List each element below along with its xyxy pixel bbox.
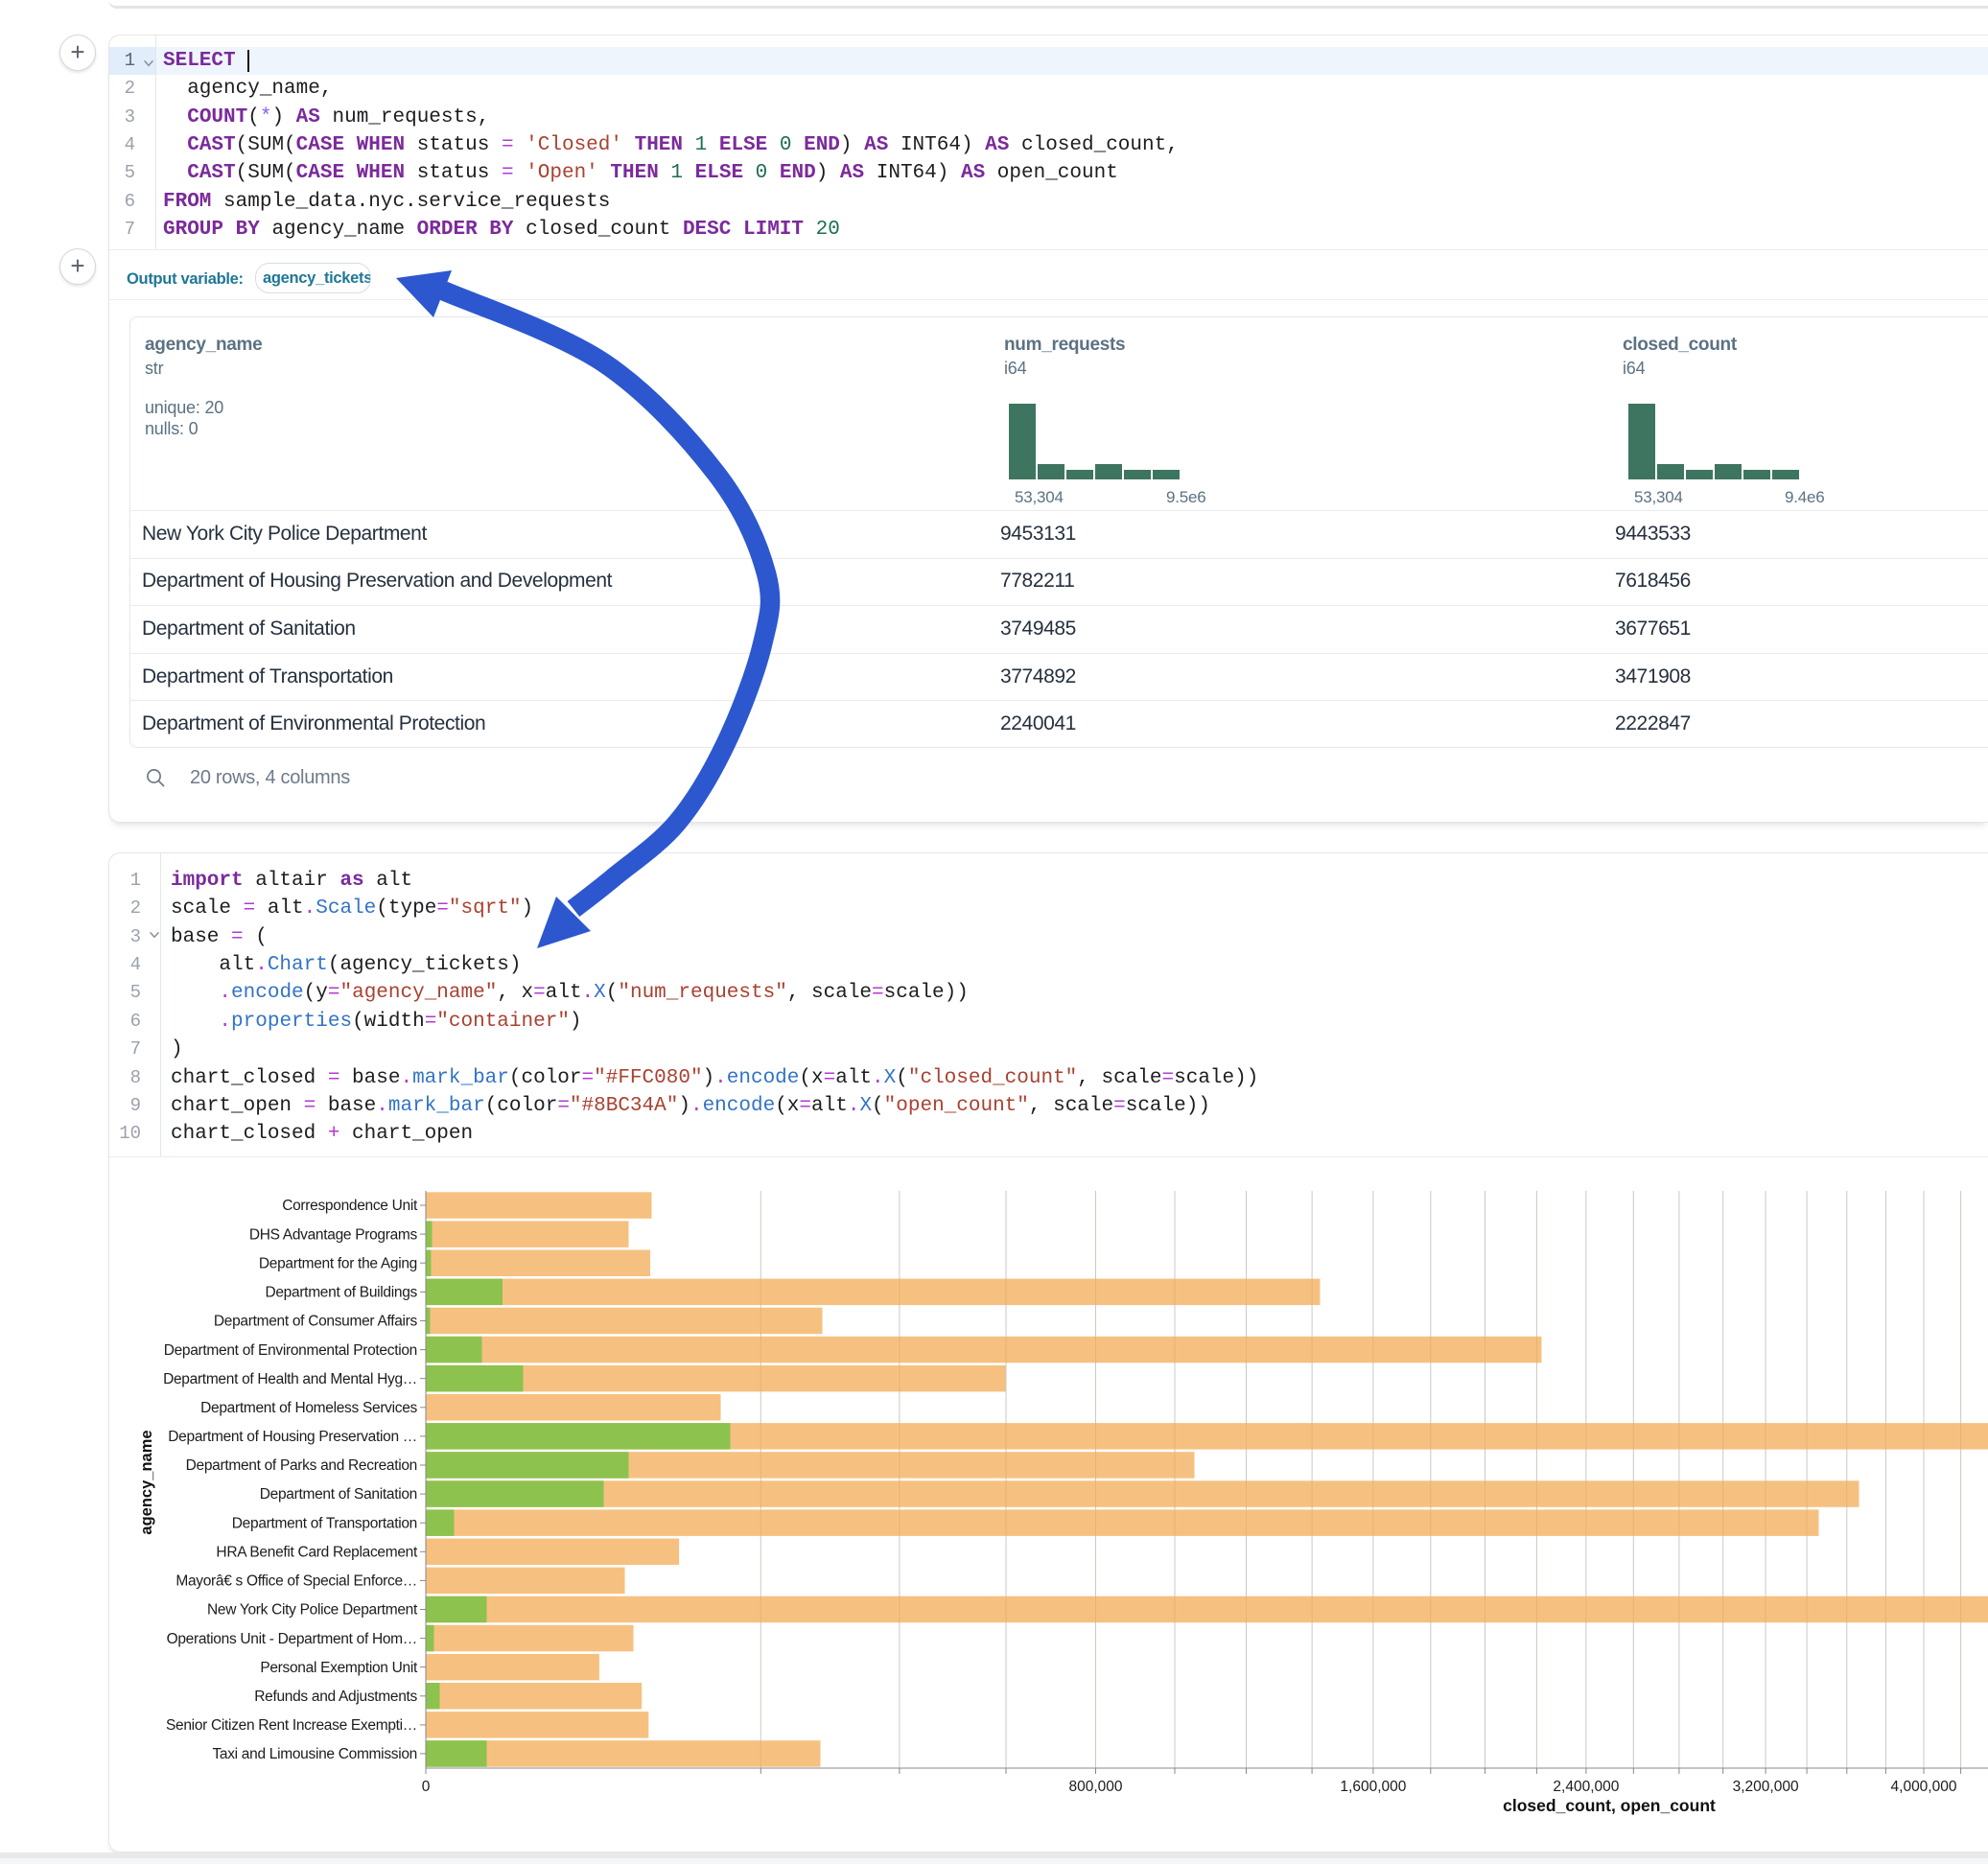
svg-text:New York City Police Departmen: New York City Police Department bbox=[207, 1602, 418, 1619]
svg-text:Operations Unit - Department o: Operations Unit - Department of Hom… bbox=[167, 1631, 417, 1647]
svg-text:Department of Health and Menta: Department of Health and Mental Hyg… bbox=[163, 1371, 417, 1387]
svg-text:Taxi and Limousine Commission: Taxi and Limousine Commission bbox=[212, 1746, 417, 1762]
svg-text:Department of Buildings: Department of Buildings bbox=[265, 1285, 417, 1301]
svg-text:3,200,000: 3,200,000 bbox=[1733, 1779, 1799, 1795]
svg-text:Department of Sanitation: Department of Sanitation bbox=[260, 1486, 417, 1503]
svg-text:agency_name: agency_name bbox=[138, 1430, 155, 1534]
svg-text:Department of Homeless Service: Department of Homeless Services bbox=[200, 1400, 417, 1416]
svg-text:Mayorâ€ s Office of Special En: Mayorâ€ s Office of Special Enforce… bbox=[175, 1573, 417, 1590]
svg-text:DHS Advantage Programs: DHS Advantage Programs bbox=[249, 1226, 418, 1243]
svg-text:Personal Exemption Unit: Personal Exemption Unit bbox=[260, 1660, 418, 1676]
svg-text:4,000,000: 4,000,000 bbox=[1891, 1779, 1957, 1795]
svg-text:0: 0 bbox=[422, 1779, 431, 1795]
svg-text:Correspondence Unit: Correspondence Unit bbox=[282, 1198, 418, 1214]
svg-text:Senior Citizen Rent Increase E: Senior Citizen Rent Increase Exempti… bbox=[166, 1717, 417, 1734]
svg-text:closed_count, open_count: closed_count, open_count bbox=[1503, 1796, 1716, 1815]
svg-text:Department of Housing Preserva: Department of Housing Preservation … bbox=[168, 1429, 417, 1445]
svg-text:Department of Transportation: Department of Transportation bbox=[232, 1515, 417, 1531]
svg-text:HRA Benefit Card Replacement: HRA Benefit Card Replacement bbox=[216, 1545, 418, 1561]
svg-text:Department for the Aging: Department for the Aging bbox=[259, 1256, 417, 1272]
svg-text:Department of Environmental Pr: Department of Environmental Protection bbox=[164, 1342, 417, 1359]
svg-text:800,000: 800,000 bbox=[1068, 1779, 1122, 1795]
svg-text:Refunds and Adjustments: Refunds and Adjustments bbox=[254, 1689, 417, 1705]
svg-text:Department of Parks and Recrea: Department of Parks and Recreation bbox=[186, 1457, 417, 1474]
svg-text:1,600,000: 1,600,000 bbox=[1340, 1779, 1406, 1795]
svg-text:Department of Consumer Affairs: Department of Consumer Affairs bbox=[214, 1314, 418, 1330]
svg-text:2,400,000: 2,400,000 bbox=[1553, 1779, 1619, 1795]
